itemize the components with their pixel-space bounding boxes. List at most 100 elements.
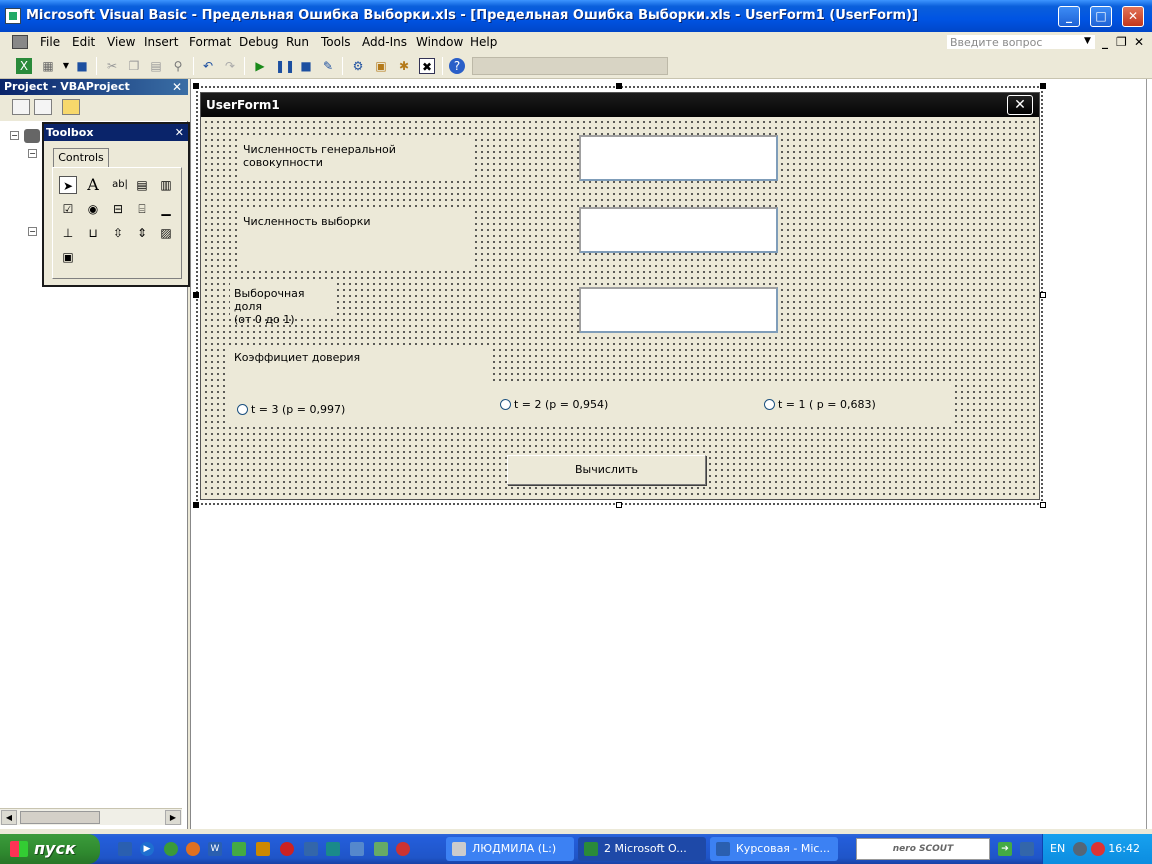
break-icon[interactable]: ❚❚	[275, 58, 295, 74]
resize-handle[interactable]	[1040, 292, 1046, 298]
menu-window[interactable]: Window	[416, 35, 463, 49]
menu-run[interactable]: Run	[286, 35, 309, 49]
mdi-restore-button[interactable]: ❐	[1116, 35, 1127, 49]
close-button[interactable]: ✕	[1122, 6, 1144, 27]
mdi-close-button[interactable]: ✕	[1134, 35, 1144, 49]
help-icon[interactable]: ?	[449, 58, 465, 74]
firefox-icon[interactable]	[186, 842, 200, 856]
image-tool-icon[interactable]: ▨	[157, 224, 175, 242]
multipage-tool-icon[interactable]: ⊔	[84, 224, 102, 242]
menu-help[interactable]: Help	[470, 35, 497, 49]
menu-edit[interactable]: Edit	[72, 35, 95, 49]
quicklaunch-icon[interactable]	[256, 842, 270, 856]
project-explorer-icon[interactable]: ⚙	[350, 58, 366, 74]
show-desktop-icon[interactable]	[118, 842, 132, 856]
menu-view[interactable]: View	[107, 35, 135, 49]
scroll-thumb[interactable]	[20, 811, 100, 824]
opera-icon[interactable]	[280, 842, 294, 856]
maximize-button[interactable]: □	[1090, 6, 1112, 27]
textbox-tool-icon[interactable]: ab|	[109, 176, 131, 194]
togglebutton-tool-icon[interactable]: ⊟	[109, 200, 127, 218]
quicklaunch-icon[interactable]	[304, 842, 318, 856]
word-quicklaunch-icon[interactable]: W	[208, 842, 222, 856]
label-sample-share[interactable]: Выборочная доля (от 0 до 1)	[230, 283, 334, 326]
dropdown-arrow-icon[interactable]: ▼	[58, 58, 74, 74]
view-object-icon[interactable]	[34, 99, 52, 115]
menu-file[interactable]: File	[40, 35, 60, 49]
tabstrip-tool-icon[interactable]: ⊥	[59, 224, 77, 242]
option-t2[interactable]: t = 2 (p = 0,954)	[500, 398, 608, 411]
userform-title-bar[interactable]: UserForm1 ✕	[201, 93, 1039, 117]
commandbutton-tool-icon[interactable]: ▁	[157, 200, 175, 218]
excel-icon[interactable]: X	[16, 58, 32, 74]
radio-icon[interactable]	[500, 399, 511, 410]
quicklaunch-icon[interactable]	[232, 842, 246, 856]
quicklaunch-icon[interactable]	[350, 842, 364, 856]
quicklaunch-icon[interactable]	[326, 842, 340, 856]
language-indicator[interactable]: EN	[1050, 842, 1065, 855]
insert-userform-icon[interactable]: ▦	[40, 58, 56, 74]
vb-app-icon[interactable]	[5, 8, 21, 24]
properties-icon[interactable]: ▣	[373, 58, 389, 74]
userform-close-button[interactable]: ✕	[1007, 95, 1033, 115]
arrow-icon[interactable]: ➔	[998, 842, 1012, 856]
label-confidence[interactable]: Коэффициет доверия	[230, 347, 380, 367]
task-button-word[interactable]: Курсовая - Mic...	[710, 837, 838, 861]
tree-collapse-icon[interactable]: −	[28, 149, 37, 158]
paste-icon[interactable]: ▤	[148, 58, 164, 74]
undo-icon[interactable]: ↶	[200, 58, 216, 74]
ask-dropdown-icon[interactable]: ▼	[1084, 36, 1091, 46]
project-panel-title[interactable]: Project - VBAProject ✕	[0, 79, 188, 95]
tree-collapse-icon[interactable]: −	[10, 131, 19, 140]
minimize-button[interactable]: _	[1058, 6, 1080, 27]
label-tool-icon[interactable]: A	[84, 176, 102, 194]
calculate-button[interactable]: Вычислить	[507, 455, 706, 485]
cut-icon[interactable]: ✂	[104, 58, 120, 74]
pointer-tool-icon[interactable]: ➤	[59, 176, 77, 194]
option-t1[interactable]: t = 1 ( p = 0,683)	[764, 398, 876, 411]
project-panel-close-icon[interactable]: ✕	[172, 79, 182, 95]
task-button-microsoft[interactable]: 2 Microsoft O...	[578, 837, 706, 861]
checkbox-tool-icon[interactable]: ☑	[59, 200, 77, 218]
label-sample[interactable]: Численность выборки	[239, 211, 473, 267]
scroll-right-icon[interactable]: ▶	[165, 810, 181, 825]
resize-handle[interactable]	[1040, 502, 1046, 508]
tray-expand-icon[interactable]	[1020, 842, 1034, 856]
document-icon[interactable]	[12, 35, 28, 49]
project-hscrollbar[interactable]: ◀ ▶	[0, 808, 182, 825]
copy-icon[interactable]: ❐	[126, 58, 142, 74]
refedit-tool-icon[interactable]: ▣	[59, 248, 77, 266]
mdi-minimize-button[interactable]: _	[1102, 35, 1108, 49]
combobox-tool-icon[interactable]: ▤	[133, 176, 151, 194]
back-icon[interactable]	[1073, 842, 1087, 856]
run-icon[interactable]: ▶	[252, 58, 268, 74]
userform-grid[interactable]: Численность генеральной совокупности Чис…	[203, 119, 1037, 497]
scrollbar-tool-icon[interactable]: ⇳	[109, 224, 127, 242]
start-button[interactable]: пуск	[0, 834, 100, 864]
quicklaunch-icon[interactable]	[164, 842, 178, 856]
option-t3[interactable]: t = 3 (p = 0,997)	[237, 403, 345, 416]
menu-insert[interactable]: Insert	[144, 35, 178, 49]
tab-controls[interactable]: Controls	[53, 148, 109, 168]
radio-icon[interactable]	[764, 399, 775, 410]
label-population[interactable]: Численность генеральной совокупности	[239, 139, 473, 179]
menu-debug[interactable]: Debug	[239, 35, 278, 49]
design-mode-icon[interactable]: ✎	[320, 58, 336, 74]
userform1[interactable]: UserForm1 ✕ Численность генеральной сово…	[200, 92, 1040, 500]
menu-add-ins[interactable]: Add-Ins	[362, 35, 407, 49]
textbox-population[interactable]	[579, 135, 778, 181]
menu-format[interactable]: Format	[189, 35, 231, 49]
resize-handle[interactable]	[616, 502, 622, 508]
textbox-sample[interactable]	[579, 207, 778, 253]
menu-tools[interactable]: Tools	[321, 35, 351, 49]
media-player-icon[interactable]: ▶	[140, 842, 154, 856]
task-button-drive[interactable]: ЛЮДМИЛА (L:)	[446, 837, 574, 861]
view-code-icon[interactable]	[12, 99, 30, 115]
antivirus-icon[interactable]	[1091, 842, 1105, 856]
radio-icon[interactable]	[237, 404, 248, 415]
textbox-sample-share[interactable]	[579, 287, 778, 333]
ask-question-input[interactable]: Введите вопрос	[946, 34, 1096, 50]
object-browser-icon[interactable]: ✱	[396, 58, 412, 74]
reset-icon[interactable]: ■	[298, 58, 314, 74]
spinbutton-tool-icon[interactable]: ⇕	[133, 224, 151, 242]
